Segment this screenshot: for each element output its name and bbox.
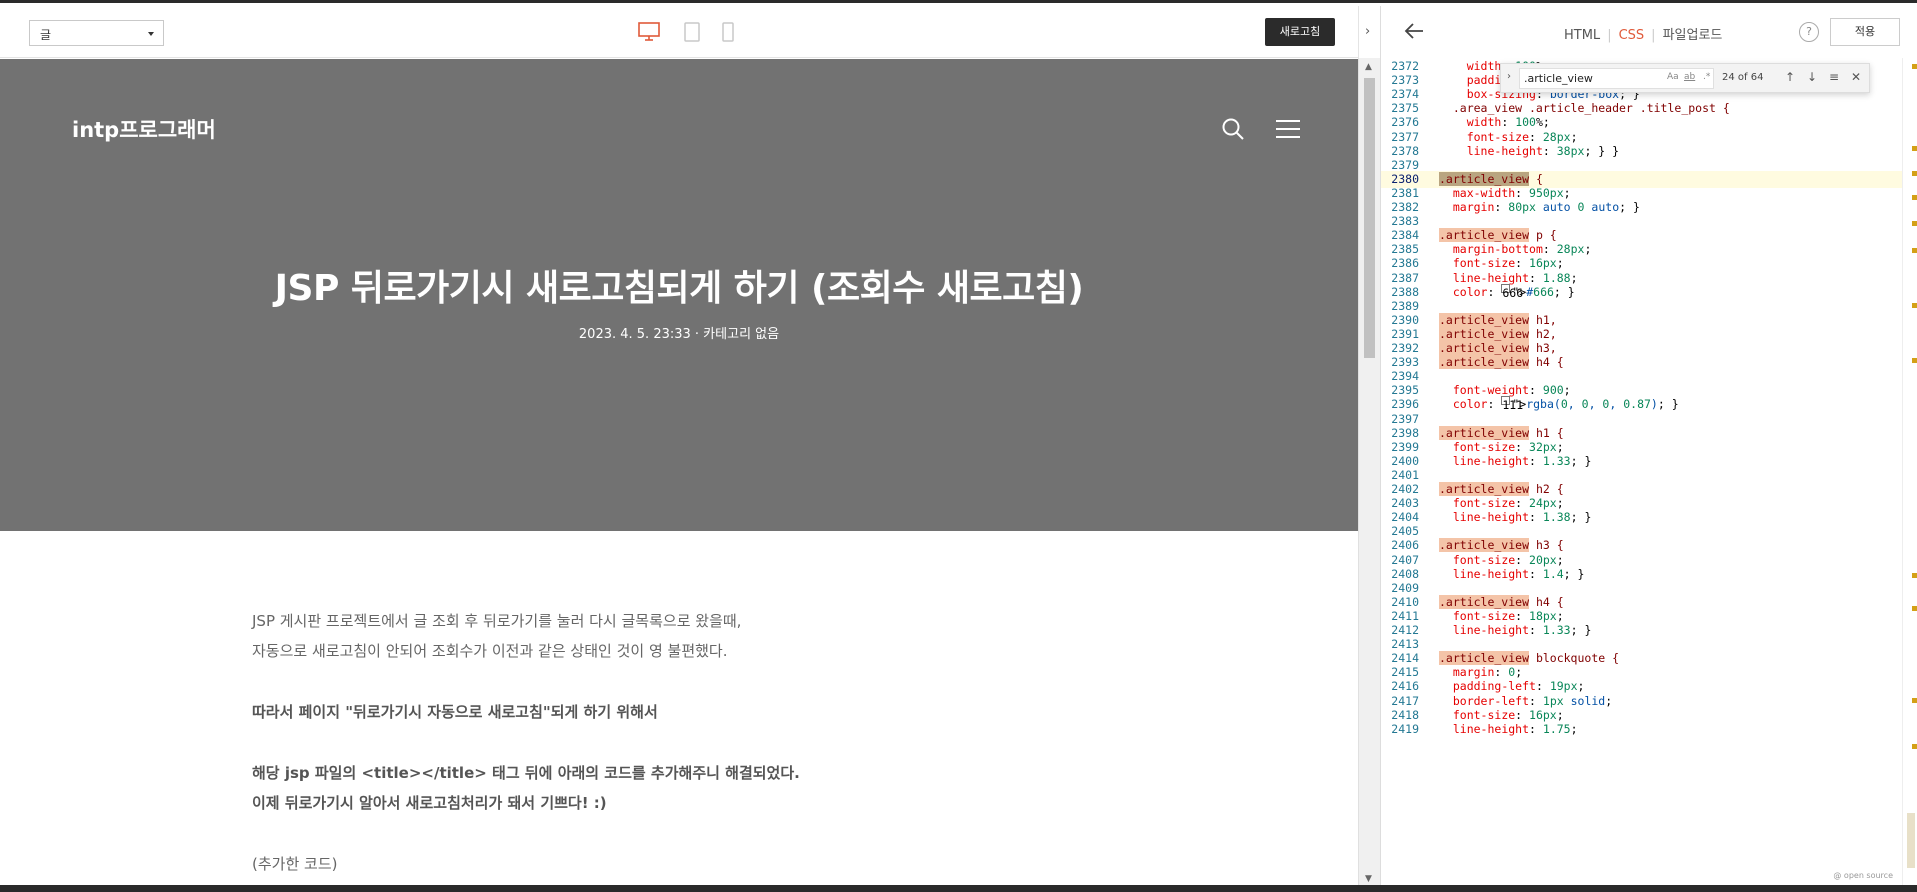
content-line: JSP 게시판 프로젝트에서 글 조회 후 뒤로가기를 눌러 다시 글목록으로 … bbox=[252, 612, 742, 630]
collapse-panel-button[interactable]: › bbox=[1358, 6, 1380, 58]
post-meta: 2023. 4. 5. 23:33 · 카테고리 없음 bbox=[578, 327, 780, 342]
refresh-button[interactable]: 새로고침 bbox=[1265, 18, 1335, 46]
search-match-marker bbox=[1912, 146, 1917, 151]
content-line: 해당 jsp 파일의 <title></title> 태그 뒤에 아래의 코드를… bbox=[252, 764, 800, 782]
search-match-marker bbox=[1912, 303, 1917, 308]
close-icon[interactable]: ✕ bbox=[1851, 70, 1861, 84]
search-match-marker bbox=[1912, 195, 1917, 200]
content-line: 따라서 페이지 "뒤로가기시 자동으로 새로고침"되게 하기 위해서 bbox=[252, 703, 658, 721]
search-match-marker bbox=[1912, 573, 1917, 578]
scroll-down-icon[interactable]: ▼ bbox=[1365, 874, 1372, 884]
editor-toolbar: HTML | CSS | 파일업로드 ? 적용 bbox=[1381, 6, 1917, 58]
search-match-marker bbox=[1912, 358, 1917, 363]
content-line: 자동으로 새로고침이 안되어 조회수가 이전과 같은 상태인 것이 영 불편했다… bbox=[252, 642, 728, 660]
search-match-marker bbox=[1912, 744, 1917, 749]
tab-html[interactable]: HTML bbox=[1564, 28, 1600, 43]
search-icon[interactable] bbox=[1221, 117, 1245, 145]
help-icon[interactable]: ? bbox=[1799, 22, 1819, 42]
find-in-selection-icon[interactable]: ≡ bbox=[1829, 70, 1839, 84]
match-case-icon[interactable]: Aa bbox=[1667, 72, 1679, 82]
search-match-marker bbox=[1912, 221, 1917, 226]
content-line: 이제 뒤로가기시 알아서 새로고침처리가 돼서 기쁘다! :) bbox=[252, 794, 607, 812]
preview-scrollbar[interactable]: ▲ ▼ bbox=[1358, 58, 1380, 888]
find-widget: › .article_view Aa ab .* 24 of 64 ↑ ↓ ≡ … bbox=[1500, 63, 1870, 93]
scrollbar-thumb[interactable] bbox=[1364, 78, 1375, 358]
search-match-marker bbox=[1912, 248, 1917, 253]
post-content: JSP 게시판 프로젝트에서 글 조회 후 뒤로가기를 눌러 다시 글목록으로 … bbox=[252, 606, 1152, 879]
desktop-icon[interactable] bbox=[638, 22, 660, 46]
regex-icon[interactable]: .* bbox=[1703, 72, 1710, 82]
line-number: 2419 bbox=[1391, 721, 1419, 736]
menu-icon[interactable] bbox=[1275, 119, 1301, 143]
app-frame: 글 새로고침 intp프로그래머 JSP 뒤로가기시 새로고침되게 하기 (조회… bbox=[0, 0, 1917, 892]
chevron-down-icon bbox=[148, 32, 154, 36]
whole-word-icon[interactable]: ab bbox=[1684, 72, 1695, 82]
arrow-down-icon[interactable]: ↓ bbox=[1807, 70, 1817, 84]
search-match-marker bbox=[1912, 606, 1917, 611]
blog-name[interactable]: intp프로그래머 bbox=[72, 114, 216, 144]
back-arrow-icon[interactable] bbox=[1403, 20, 1425, 46]
taskbar bbox=[0, 885, 1917, 892]
chevron-right-icon: › bbox=[1365, 24, 1371, 39]
editor-tabs: HTML | CSS | 파일업로드 bbox=[1564, 24, 1722, 43]
scrollbar-thumb[interactable] bbox=[1907, 813, 1915, 868]
chevron-right-icon[interactable]: › bbox=[1507, 71, 1511, 82]
post-title: JSP 뒤로가기시 새로고침되게 하기 (조회수 새로고침) bbox=[274, 268, 1084, 309]
scroll-up-icon[interactable]: ▲ bbox=[1365, 62, 1372, 72]
code-editor[interactable]: 2372 width: 100%;2373 padding: 0;2374 bo… bbox=[1381, 58, 1902, 888]
code-text: line-height: 1.75; bbox=[1452, 721, 1578, 736]
apply-button[interactable]: 적용 bbox=[1830, 18, 1900, 46]
preview-toolbar: 글 새로고침 bbox=[0, 6, 1358, 58]
category-select[interactable]: 글 bbox=[29, 20, 164, 46]
search-match-marker bbox=[1912, 171, 1917, 176]
editor-pane: HTML|CSS|파일업로드 ? 적용 2372 width: 100%;237… bbox=[1380, 6, 1917, 888]
mobile-icon[interactable] bbox=[722, 22, 734, 46]
preview-pane: 글 새로고침 intp프로그래머 JSP 뒤로가기시 새로고침되게 하기 (조회… bbox=[0, 6, 1358, 888]
arrow-up-icon[interactable]: ↑ bbox=[1785, 70, 1795, 84]
tab-css[interactable]: CSS bbox=[1619, 28, 1645, 43]
tablet-icon[interactable] bbox=[684, 22, 700, 46]
open-source-label[interactable]: @ open source bbox=[1833, 871, 1893, 880]
post-header: intp프로그래머 JSP 뒤로가기시 새로고침되게 하기 (조회수 새로고침)… bbox=[0, 59, 1358, 531]
content-line: (추가한 코드) bbox=[252, 855, 338, 873]
search-match-marker bbox=[1912, 64, 1917, 69]
match-count: 24 of 64 bbox=[1722, 72, 1764, 83]
editor-scrollbar[interactable] bbox=[1902, 58, 1917, 888]
category-select-value: 글 bbox=[40, 28, 52, 42]
search-match-marker bbox=[1912, 698, 1917, 703]
code-line[interactable]: 2419 line-height: 1.75; bbox=[1381, 721, 1902, 738]
tab-file-upload[interactable]: 파일업로드 bbox=[1663, 24, 1723, 43]
